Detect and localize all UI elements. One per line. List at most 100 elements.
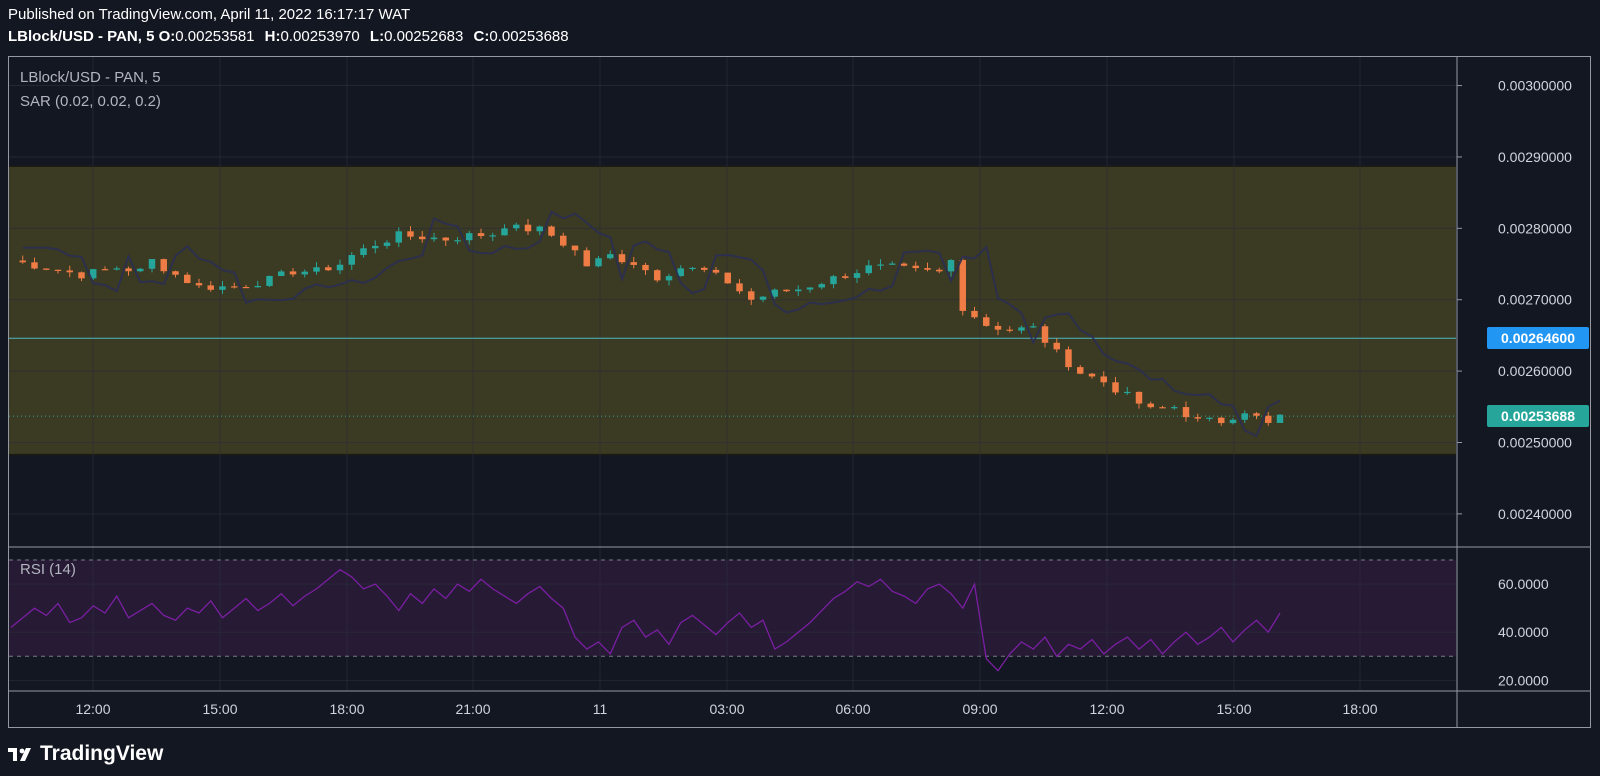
y-tick-label: 0.00290000 bbox=[1498, 149, 1572, 165]
candle-body bbox=[1147, 403, 1154, 408]
rsi-tick-label: 60.0000 bbox=[1498, 576, 1549, 592]
chart-canvas[interactable]: 12:00 15:00 18:00 21:00 11 03:00 06:00 09:00 12:… bbox=[0, 0, 1600, 776]
candle-body bbox=[101, 269, 109, 271]
candle-body bbox=[994, 325, 1002, 330]
candle-body bbox=[501, 228, 508, 236]
candle-body bbox=[289, 271, 297, 275]
candle-body bbox=[795, 289, 802, 292]
candle-body bbox=[971, 310, 978, 318]
candle-body bbox=[759, 296, 767, 300]
candle-body bbox=[172, 271, 179, 275]
x-tick-label: 12:00 bbox=[1089, 701, 1124, 717]
candle-body bbox=[66, 270, 73, 273]
candle-body bbox=[736, 283, 743, 292]
candle-body bbox=[454, 240, 461, 242]
tradingview-logo-icon bbox=[8, 748, 31, 761]
y-tick-label: 0.00280000 bbox=[1498, 220, 1572, 236]
candle-body bbox=[689, 267, 696, 270]
candle-body bbox=[1206, 417, 1213, 419]
x-tick-label: 03:00 bbox=[709, 701, 744, 717]
candle-body bbox=[1030, 326, 1037, 328]
candle-body bbox=[1112, 382, 1119, 393]
candle-body bbox=[900, 263, 908, 266]
candle-body bbox=[1218, 417, 1225, 424]
candle-body bbox=[583, 250, 590, 267]
tradingview-logo[interactable]: TradingView bbox=[8, 742, 163, 766]
candle-body bbox=[31, 262, 38, 269]
candle-body bbox=[548, 226, 555, 236]
candle-body bbox=[1088, 373, 1096, 377]
candle-body bbox=[712, 269, 720, 273]
x-tick-label: 15:00 bbox=[202, 701, 237, 717]
x-tick-label: 18:00 bbox=[1342, 701, 1377, 717]
x-tick-label: 06:00 bbox=[835, 701, 870, 717]
candle-body bbox=[513, 224, 520, 229]
candle-body bbox=[372, 245, 379, 249]
candle-body bbox=[430, 237, 438, 240]
candle-body bbox=[818, 284, 825, 288]
candle-body bbox=[1018, 327, 1025, 331]
candle-body bbox=[113, 268, 120, 270]
candle-body bbox=[137, 268, 144, 272]
candle-body bbox=[78, 272, 85, 279]
candle-body bbox=[43, 268, 50, 270]
candle-body bbox=[313, 267, 320, 272]
candle-body bbox=[348, 255, 355, 265]
legend-rsi: RSI (14) bbox=[20, 561, 76, 578]
candle-body bbox=[231, 286, 238, 288]
candle-body bbox=[1182, 407, 1190, 418]
candle-body bbox=[219, 286, 226, 290]
y-tick-label: 0.00260000 bbox=[1498, 363, 1572, 379]
candle-body bbox=[724, 272, 731, 284]
candle-body bbox=[959, 259, 966, 311]
candle-body bbox=[184, 274, 191, 284]
candle-body bbox=[1053, 342, 1060, 350]
x-tick-label: 09:00 bbox=[962, 701, 997, 717]
candle-body bbox=[654, 270, 661, 281]
candle-body bbox=[195, 283, 203, 286]
x-tick-label: 18:00 bbox=[329, 701, 364, 717]
candle-body bbox=[242, 286, 250, 289]
candle-body bbox=[442, 237, 449, 241]
candle-body bbox=[266, 275, 273, 286]
candle-body bbox=[571, 245, 579, 251]
candle-body bbox=[865, 265, 872, 274]
candle-body bbox=[360, 248, 367, 256]
candle-body bbox=[618, 254, 626, 263]
candle-body bbox=[560, 235, 567, 246]
candle-body bbox=[19, 260, 26, 263]
candle-body bbox=[489, 235, 496, 237]
candle-body bbox=[407, 231, 414, 237]
candle-body bbox=[1077, 367, 1084, 374]
candle-body bbox=[207, 285, 214, 290]
level-price-tag: 0.00264600 bbox=[1487, 327, 1589, 350]
candle-body bbox=[477, 233, 485, 237]
candle-body bbox=[1253, 413, 1260, 416]
y-tick-label: 0.00270000 bbox=[1498, 292, 1572, 308]
last-price-tag: 0.00253688 bbox=[1487, 405, 1589, 428]
candle-body bbox=[160, 259, 167, 272]
rsi-tick-label: 20.0000 bbox=[1498, 672, 1549, 688]
legend-symbol: LBlock/USD - PAN, 5 bbox=[20, 69, 161, 86]
candle-body bbox=[1006, 329, 1013, 331]
candle-body bbox=[325, 267, 332, 271]
x-tick-label: 21:00 bbox=[455, 701, 490, 717]
candle-body bbox=[125, 268, 132, 272]
candle-body bbox=[889, 263, 896, 265]
candle-body bbox=[466, 233, 473, 241]
y-tick-label: 0.00300000 bbox=[1498, 78, 1572, 94]
candle-body bbox=[1171, 407, 1178, 409]
candle-body bbox=[701, 267, 708, 270]
candle-body bbox=[983, 317, 990, 326]
rsi-band bbox=[9, 560, 1456, 657]
candle-body bbox=[947, 259, 955, 272]
candle-body bbox=[54, 269, 62, 271]
candle-body bbox=[924, 268, 931, 270]
candle-body bbox=[278, 271, 285, 276]
candle-body bbox=[1265, 415, 1272, 423]
tradingview-wordmark: TradingView bbox=[40, 742, 164, 765]
candle-body bbox=[383, 242, 391, 246]
candle-body bbox=[148, 259, 156, 269]
candle-body bbox=[1229, 419, 1237, 424]
candle-body bbox=[254, 285, 261, 288]
